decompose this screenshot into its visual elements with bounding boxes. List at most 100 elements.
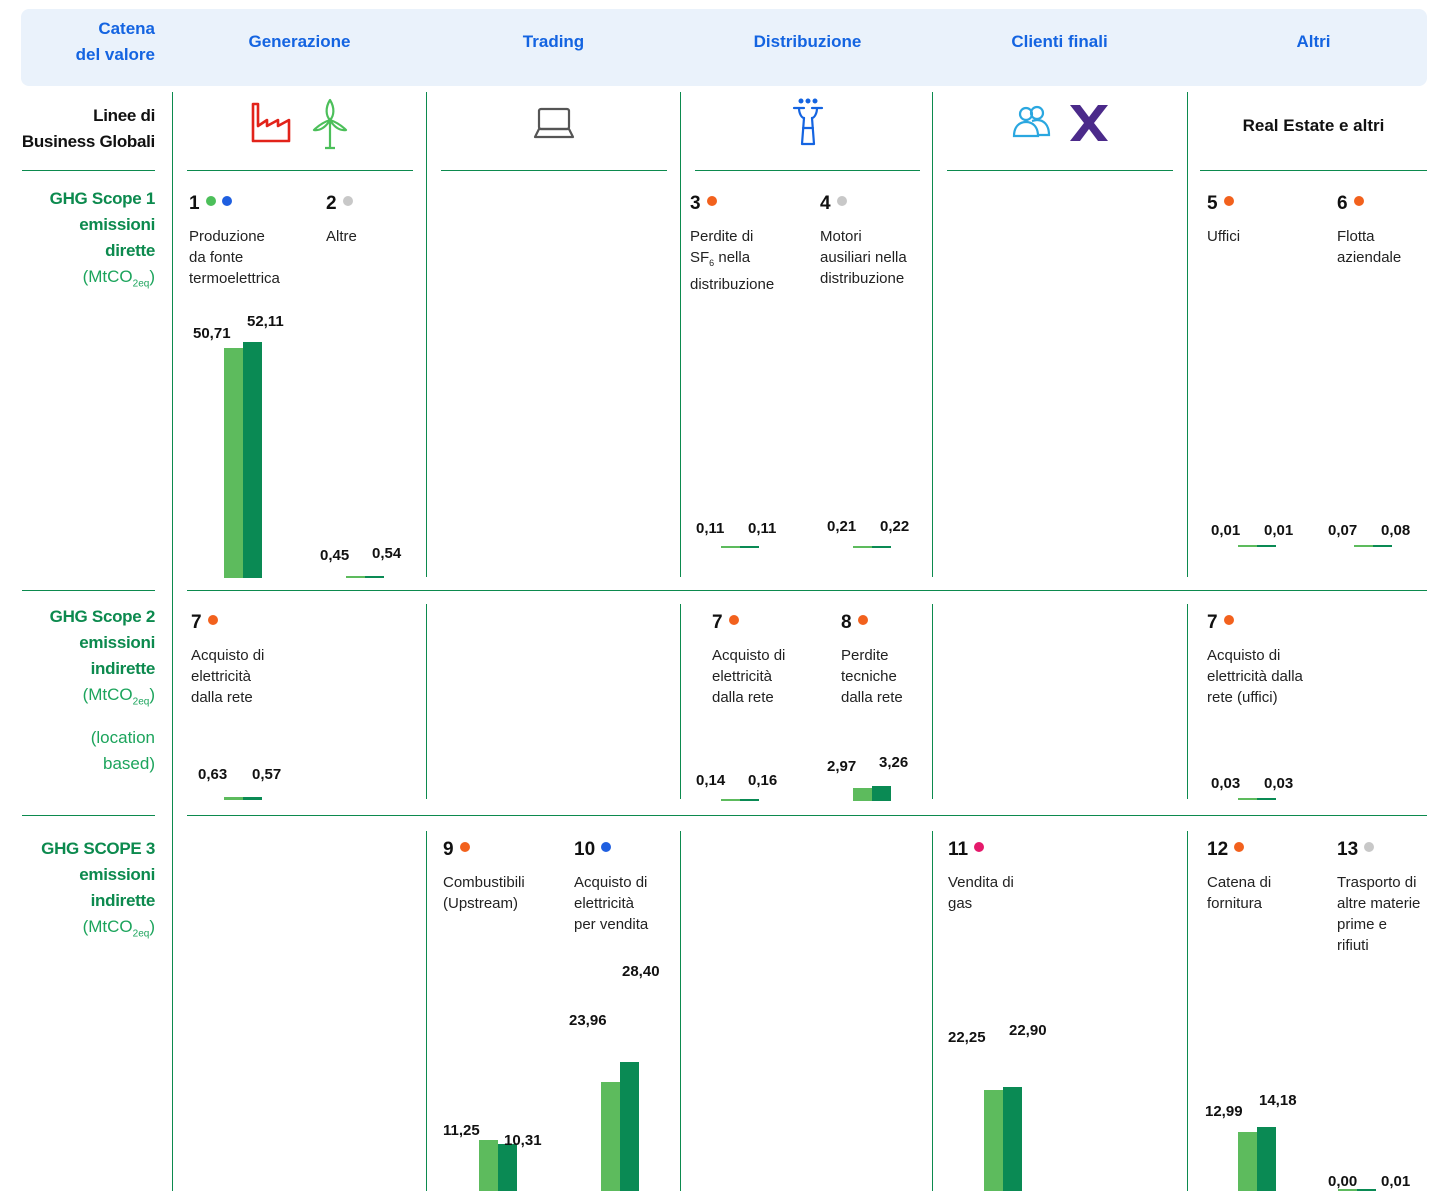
bar-value-label: 3,26 xyxy=(879,754,909,771)
bar-value-label: 0,01 xyxy=(1211,522,1241,539)
item-description: Flotta aziendale xyxy=(1337,228,1402,266)
item-description: Vendita di gas xyxy=(948,874,1014,912)
icon-row-underline-dist xyxy=(695,170,920,171)
item-number: 8 xyxy=(841,612,868,634)
bar-value-label: 0,57 xyxy=(252,766,282,783)
column-header-generazione: Generazione xyxy=(248,32,351,51)
bar-value-label: 0,01 xyxy=(1264,522,1294,539)
item-number-text: 2 xyxy=(326,193,337,214)
category-dot-icon xyxy=(1353,196,1364,206)
item-description: Motori ausiliari nella distribuzione xyxy=(820,228,907,287)
category-dot-icon xyxy=(1364,842,1375,852)
scope3-label: GHG SCOPE 3 emissioni indirette (MtCO2eq… xyxy=(0,836,155,947)
item-number: 4 xyxy=(820,193,847,215)
bar-value-label: 0,01 xyxy=(1381,1173,1411,1190)
bar-value-label: 22,90 xyxy=(1009,1022,1047,1039)
bar-value-label: 22,25 xyxy=(948,1029,986,1046)
category-dot-icon xyxy=(836,196,847,206)
scope2-unit: (MtCO2eq) xyxy=(82,685,155,708)
value-chain-title: Catena del valore xyxy=(75,19,155,64)
scope1-title: GHG Scope 1 emissioni dirette xyxy=(49,189,156,260)
category-dot-icon xyxy=(1223,615,1234,625)
category-dot-icon xyxy=(221,196,232,206)
item-description: Altre xyxy=(326,228,357,245)
item-number: 5 xyxy=(1207,193,1234,215)
icon-row-underline-clients xyxy=(947,170,1173,171)
item-number-text: 7 xyxy=(191,612,202,633)
bar-value-label: 0,03 xyxy=(1264,775,1294,792)
item-number: 7 xyxy=(1207,612,1234,634)
item-description: Trasporto di altre materie prime e rifiu… xyxy=(1337,874,1421,954)
x-mark-icon xyxy=(1070,105,1108,141)
bar-previous-year xyxy=(1354,545,1373,547)
real-estate-label: Real Estate e altri xyxy=(1242,116,1385,135)
item-number-text: 5 xyxy=(1207,193,1218,214)
item-number: 2 xyxy=(326,193,353,215)
item-description: Acquisto di elettricità dalla rete xyxy=(712,647,786,706)
item-number-text: 6 xyxy=(1337,193,1348,214)
bar-value-label: 0,11 xyxy=(696,520,725,537)
item-number: 10 xyxy=(574,839,612,861)
bar-value-label: 50,71 xyxy=(193,325,231,342)
bar-current-year xyxy=(740,546,759,548)
col-divider xyxy=(680,604,681,799)
col-divider xyxy=(680,92,681,577)
icon-row-underline-gen xyxy=(187,170,413,171)
scope1-label: GHG Scope 1 emissioni dirette (MtCO2eq) xyxy=(0,186,156,297)
bar-value-label: 0,07 xyxy=(1328,522,1358,539)
bar-previous-year xyxy=(224,797,243,800)
item-number: 1 xyxy=(189,193,232,215)
scope3-title: GHG SCOPE 3 emissioni indirette xyxy=(41,839,155,910)
bar-previous-year xyxy=(1238,798,1257,800)
bar-value-label: 10,31 xyxy=(504,1132,542,1149)
bar-previous-year xyxy=(853,546,872,548)
category-dot-icon xyxy=(974,842,985,852)
col-divider xyxy=(932,92,933,577)
bar-current-year xyxy=(1257,798,1276,800)
bar-previous-year xyxy=(721,799,740,801)
bar-value-label: 52,11 xyxy=(247,313,284,330)
column-header-trading: Trading xyxy=(522,32,585,51)
bar-value-label: 0,54 xyxy=(372,545,402,562)
factory-icon xyxy=(251,102,291,143)
item-number: 7 xyxy=(191,612,218,634)
col-divider xyxy=(1187,831,1188,1191)
bar-value-label: 28,40 xyxy=(622,963,660,980)
business-lines-label: Linee di Business Globali xyxy=(21,106,155,151)
item-number-text: 4 xyxy=(820,193,831,214)
item-number: 7 xyxy=(712,612,739,634)
bar-value-label: 14,18 xyxy=(1259,1092,1297,1109)
row-divider-full-3 xyxy=(187,815,1427,816)
item-description: Uffici xyxy=(1207,228,1241,245)
col-divider xyxy=(932,831,933,1191)
item-number: 12 xyxy=(1207,839,1245,861)
item-number-text: 8 xyxy=(841,612,852,633)
bar-current-year xyxy=(1257,1126,1276,1191)
scope2-title: GHG Scope 2 emissioni indirette xyxy=(49,607,156,678)
bar-value-label: 0,11 xyxy=(748,520,777,537)
bar-previous-year xyxy=(1238,545,1257,547)
icon-row-underline-trading xyxy=(441,170,667,171)
bar-current-year xyxy=(620,1062,639,1191)
category-dot-icon xyxy=(601,842,612,852)
category-dot-icon xyxy=(857,615,868,625)
bar-previous-year xyxy=(346,575,365,578)
bar-current-year xyxy=(872,546,891,548)
item-number-text: 13 xyxy=(1337,839,1359,860)
scope1-unit: (MtCO2eq) xyxy=(82,267,155,290)
row-divider-full-2 xyxy=(187,590,1427,591)
category-dot-icon xyxy=(207,615,218,625)
bar-value-label: 0,08 xyxy=(1381,522,1411,539)
col-divider xyxy=(932,604,933,799)
bar-previous-year xyxy=(721,546,740,548)
category-dot-icon xyxy=(1223,196,1234,206)
bar-previous-year xyxy=(1238,1132,1257,1191)
item-number: 9 xyxy=(443,839,470,861)
bar-value-label: 0,21 xyxy=(827,518,857,535)
category-dot-icon xyxy=(1234,842,1245,852)
scope3-unit: (MtCO2eq) xyxy=(82,917,155,940)
item-number-text: 7 xyxy=(1207,612,1218,633)
bar-value-label: 0,45 xyxy=(320,547,350,564)
bar-value-label: 0,03 xyxy=(1211,775,1241,792)
item-number: 6 xyxy=(1337,193,1364,215)
